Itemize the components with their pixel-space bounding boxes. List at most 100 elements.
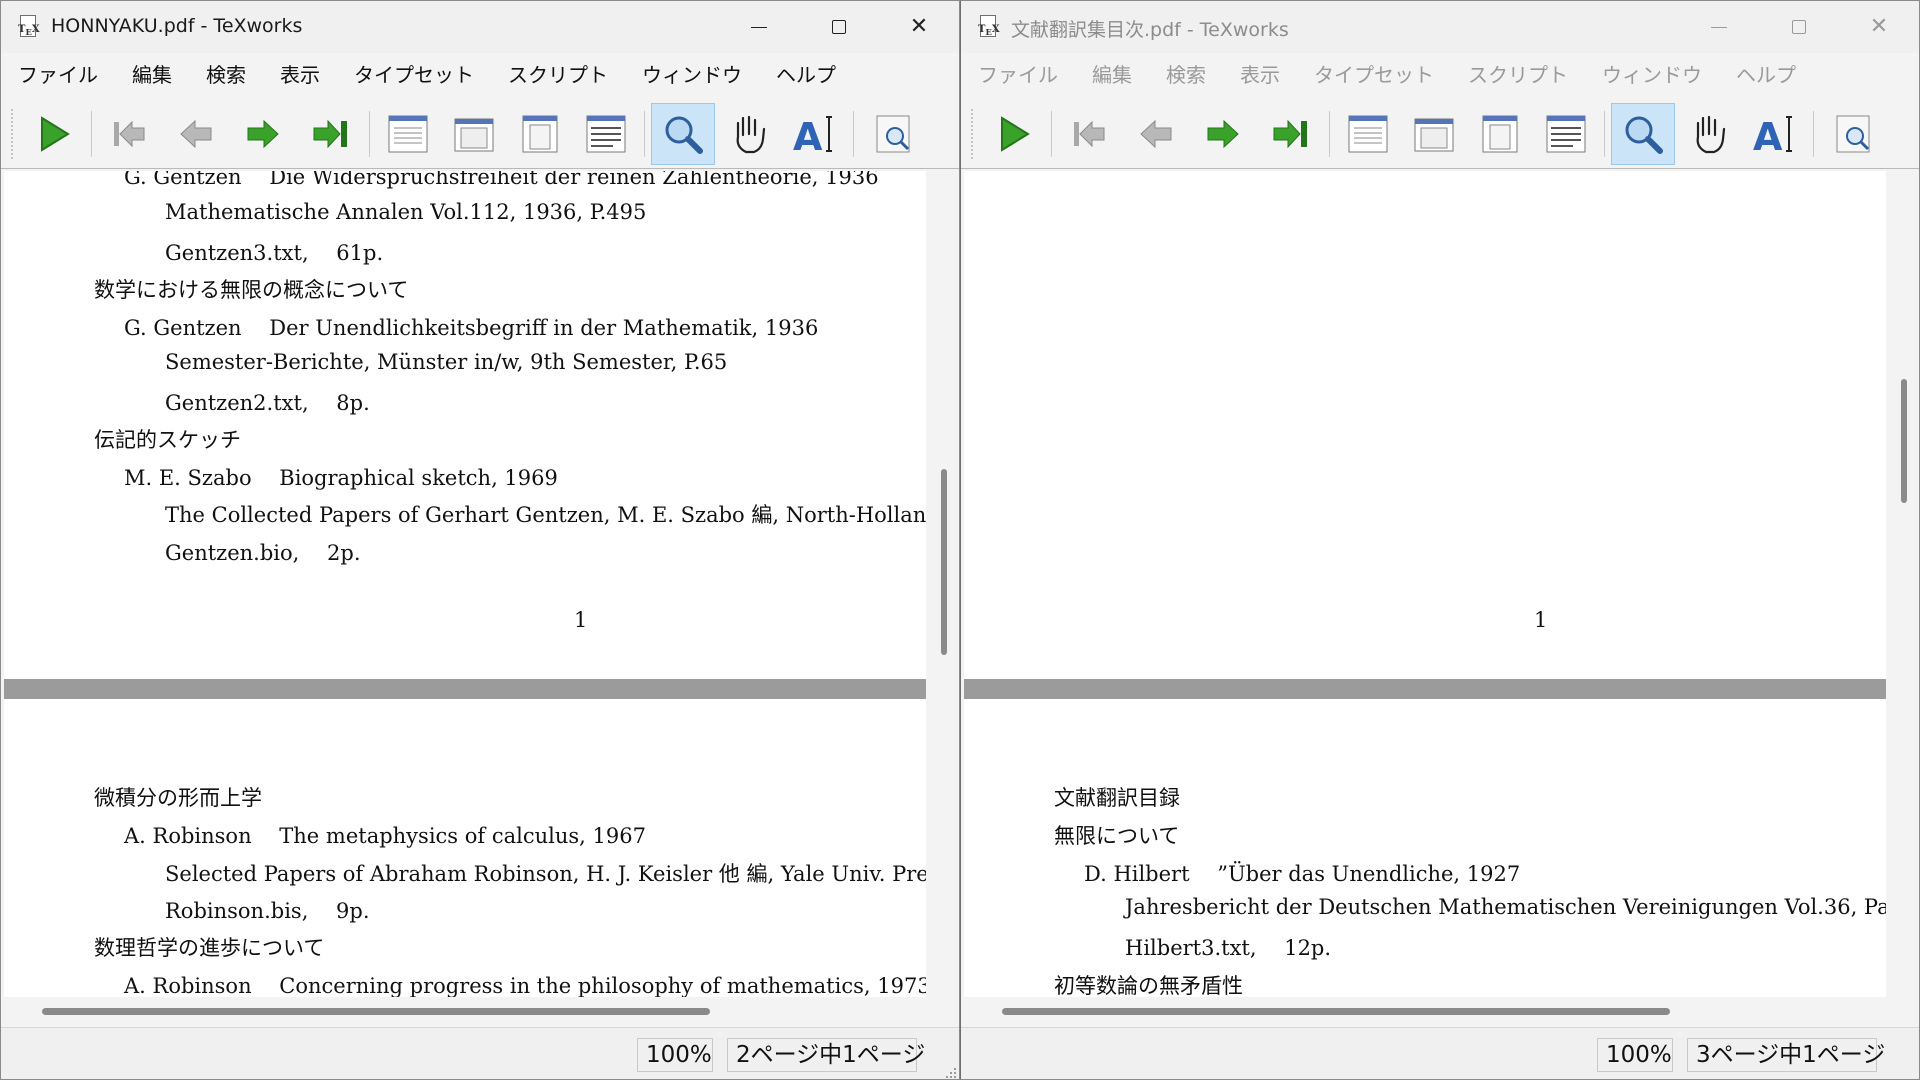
find-icon xyxy=(1836,115,1870,153)
menu-search[interactable]: 検索 xyxy=(1149,55,1223,95)
fit-width-button[interactable] xyxy=(1402,103,1466,165)
toolbar-grip[interactable] xyxy=(971,109,975,159)
actual-size-icon xyxy=(388,115,428,153)
horizontal-scrollbar[interactable] xyxy=(4,997,926,1025)
texworks-window-mokuji[interactable]: TEX 文献翻訳集目次.pdf - TeXworks ✕ ファイル 編集 検索 表示タ… xyxy=(960,0,1920,1080)
menu-view[interactable]: 表示 xyxy=(1223,55,1297,95)
page-separator xyxy=(4,679,926,699)
last-page-button[interactable] xyxy=(299,103,363,165)
page-indicator[interactable]: 2ページ中1ページ xyxy=(727,1038,925,1072)
fit-content-button[interactable] xyxy=(574,103,638,165)
doc-line: Gentzen3.txt, 61p. xyxy=(165,241,384,265)
fit-content-icon xyxy=(1546,115,1586,153)
actual-size-button[interactable] xyxy=(1336,103,1400,165)
pdf-view[interactable]: G. Gentzen Die Widerspruchsfreiheit der … xyxy=(4,171,926,997)
pdf-view[interactable]: 1 文献翻訳目録 無限について D. Hilbert ”Über das Une… xyxy=(964,171,1886,997)
find-button[interactable] xyxy=(1822,103,1886,165)
doc-line: Robinson.bis, 9p. xyxy=(165,899,370,923)
toolbar-grip[interactable] xyxy=(11,109,15,159)
maximize-button[interactable] xyxy=(1759,1,1839,53)
close-icon: ✕ xyxy=(1869,14,1889,39)
menu-help[interactable]: ヘルプ xyxy=(759,55,853,95)
minimize-icon xyxy=(1711,26,1727,28)
doc-heading: 数学における無限の概念について xyxy=(94,278,409,302)
actual-size-button[interactable] xyxy=(376,103,440,165)
vertical-scrollbar[interactable] xyxy=(1897,171,1911,997)
svg-text:A: A xyxy=(793,115,823,157)
typeset-button[interactable] xyxy=(981,103,1045,165)
last-page-button[interactable] xyxy=(1259,103,1323,165)
texworks-app-icon: TEX xyxy=(18,15,40,39)
menu-help[interactable]: ヘルプ xyxy=(1719,55,1813,95)
menu-view[interactable]: 表示 xyxy=(263,55,337,95)
last-page-icon xyxy=(313,119,347,149)
close-button[interactable]: ✕ xyxy=(879,1,959,53)
magnify-tool-button[interactable] xyxy=(651,103,715,165)
title-bar[interactable]: TEX 文献翻訳集目次.pdf - TeXworks ✕ xyxy=(961,1,1919,53)
minimize-button[interactable] xyxy=(1679,1,1759,53)
menu-edit[interactable]: 編集 xyxy=(115,55,189,95)
scroll-hand-icon xyxy=(736,115,766,154)
previous-page-button[interactable] xyxy=(1124,103,1188,165)
maximize-icon xyxy=(832,20,846,34)
close-button[interactable]: ✕ xyxy=(1839,1,1919,53)
status-bar: 100% 3ページ中1ページ xyxy=(961,1027,1919,1079)
doc-heading: 微積分の形而上学 xyxy=(94,786,262,810)
toolbar: A xyxy=(1,99,959,169)
first-page-button[interactable] xyxy=(1057,103,1121,165)
doc-line: Selected Papers of Abraham Robinson, H. … xyxy=(165,862,926,886)
doc-line: Mathematische Annalen Vol.112, 1936, P.4… xyxy=(165,200,647,224)
first-page-icon xyxy=(1074,120,1105,148)
zoom-level[interactable]: 100% xyxy=(1597,1038,1673,1072)
select-text-tool-button[interactable]: A xyxy=(783,103,847,165)
typeset-icon xyxy=(41,116,70,152)
texworks-window-honnyaku[interactable]: TEX HONNYAKU.pdf - TeXworks ✕ ファイル 編集 検索 表示… xyxy=(0,0,960,1080)
fit-width-icon xyxy=(1414,118,1454,152)
menu-file[interactable]: ファイル xyxy=(961,55,1075,95)
vertical-scroll-thumb[interactable] xyxy=(941,469,947,655)
page-indicator[interactable]: 3ページ中1ページ xyxy=(1687,1038,1885,1072)
window-title: HONNYAKU.pdf - TeXworks xyxy=(51,15,303,37)
first-page-button[interactable] xyxy=(97,103,161,165)
zoom-level[interactable]: 100% xyxy=(637,1038,713,1072)
menu-scripts[interactable]: スクリプト xyxy=(491,55,625,95)
select-text-tool-button[interactable]: A xyxy=(1743,103,1807,165)
menu-scripts[interactable]: スクリプト xyxy=(1451,55,1585,95)
fit-page-button[interactable] xyxy=(1468,103,1532,165)
doc-line: D. Hilbert ”Über das Unendliche, 1927 xyxy=(1084,862,1521,886)
menu-window[interactable]: ウィンドウ xyxy=(1585,55,1719,95)
menu-typeset[interactable]: タイプセット xyxy=(1297,55,1451,95)
horizontal-scroll-thumb[interactable] xyxy=(42,1008,710,1015)
minimize-button[interactable] xyxy=(719,1,799,53)
fit-page-button[interactable] xyxy=(508,103,572,165)
menu-bar: ファイル 編集 検索 表示 タイプセット スクリプト ウィンドウ ヘルプ xyxy=(961,55,1919,95)
first-page-icon xyxy=(114,120,145,148)
vertical-scroll-thumb[interactable] xyxy=(1901,379,1907,503)
fit-content-button[interactable] xyxy=(1534,103,1598,165)
previous-page-button[interactable] xyxy=(164,103,228,165)
menu-edit[interactable]: 編集 xyxy=(1075,55,1149,95)
typeset-button[interactable] xyxy=(21,103,85,165)
texworks-app-icon: TEX xyxy=(978,15,1000,39)
minimize-icon xyxy=(751,26,767,28)
menu-window[interactable]: ウィンドウ xyxy=(625,55,759,95)
magnify-tool-button[interactable] xyxy=(1611,103,1675,165)
doc-line: G. Gentzen Die Widerspruchsfreiheit der … xyxy=(124,171,879,189)
find-button[interactable] xyxy=(862,103,926,165)
menu-file[interactable]: ファイル xyxy=(1,55,115,95)
maximize-button[interactable] xyxy=(799,1,879,53)
title-bar[interactable]: TEX HONNYAKU.pdf - TeXworks ✕ xyxy=(1,1,959,53)
resize-grip-icon[interactable] xyxy=(945,1067,957,1079)
menu-search[interactable]: 検索 xyxy=(189,55,263,95)
vertical-scrollbar[interactable] xyxy=(937,171,951,997)
scroll-tool-button[interactable] xyxy=(717,103,781,165)
next-page-button[interactable] xyxy=(231,103,295,165)
horizontal-scrollbar[interactable] xyxy=(964,997,1886,1025)
scroll-tool-button[interactable] xyxy=(1677,103,1741,165)
fit-width-button[interactable] xyxy=(442,103,506,165)
menu-typeset[interactable]: タイプセット xyxy=(337,55,491,95)
fit-page-icon xyxy=(1482,115,1518,153)
doc-line: Gentzen.bio, 2p. xyxy=(165,541,361,565)
next-page-button[interactable] xyxy=(1191,103,1255,165)
horizontal-scroll-thumb[interactable] xyxy=(1002,1008,1670,1015)
